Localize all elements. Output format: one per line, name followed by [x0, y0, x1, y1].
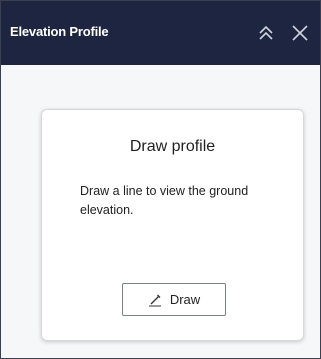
card-title: Draw profile	[129, 138, 216, 155]
draw-button[interactable]: Draw	[122, 283, 226, 316]
panel-header: Elevation Profile	[1, 1, 320, 65]
panel-title: Elevation Profile	[10, 24, 109, 39]
draw-profile-card: Draw profile Draw a line to view the gro…	[41, 109, 304, 341]
close-icon	[292, 25, 308, 41]
card-description: Draw a line to view the ground elevation…	[80, 184, 249, 217]
draw-button-label: Draw	[169, 292, 201, 307]
collapse-button[interactable]	[254, 21, 278, 45]
close-button[interactable]	[288, 21, 312, 45]
elevation-profile-panel: Elevation Profile Draw profile Draw a li…	[0, 0, 321, 359]
double-chevron-up-icon	[259, 25, 273, 40]
pencil-icon	[148, 293, 162, 307]
